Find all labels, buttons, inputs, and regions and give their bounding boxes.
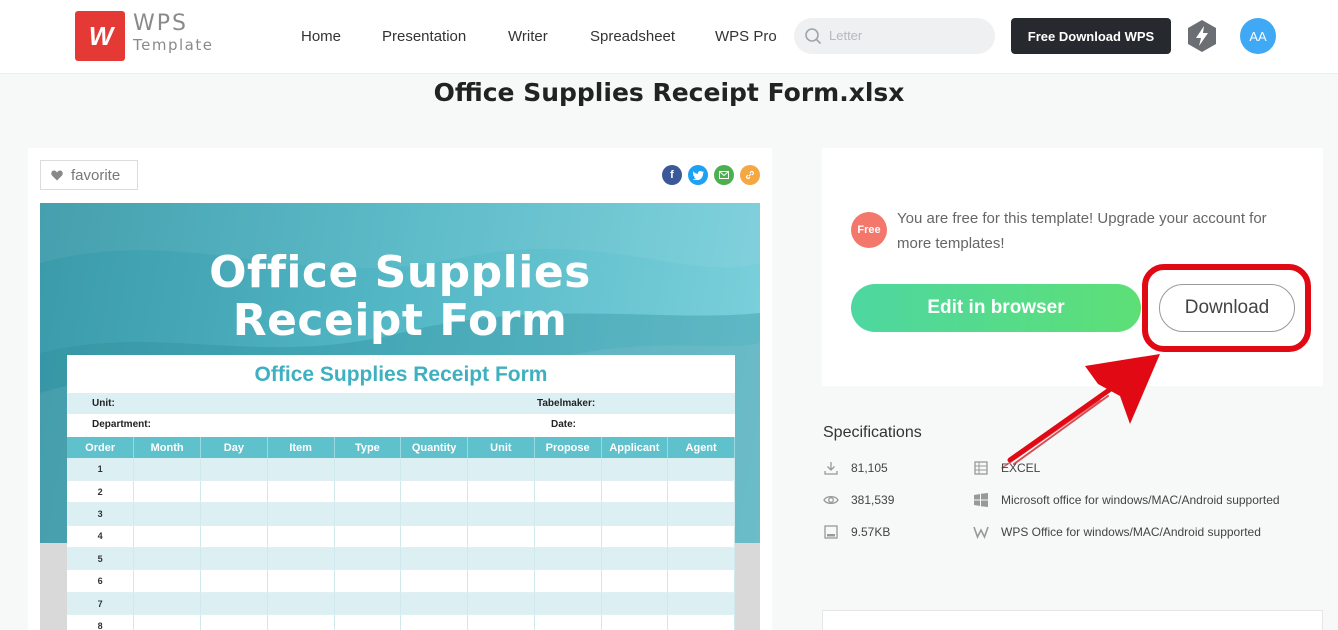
table-header-row: Order Month Day Item Type Quantity Unit … — [67, 437, 735, 458]
column-header: Propose — [534, 437, 602, 458]
spec-size: 9.57KB — [823, 524, 890, 540]
row-order: 4 — [67, 525, 135, 549]
table-row: 7 — [67, 592, 735, 616]
preview-sheet: Office Supplies Receipt Form Unit: Tabel… — [67, 355, 735, 630]
table-row: 4 — [67, 525, 735, 549]
nav-home[interactable]: Home — [301, 28, 341, 45]
row-order: 2 — [67, 480, 135, 504]
page-title: Office Supplies Receipt Form.xlsx — [433, 78, 905, 107]
spec-format: EXCEL — [973, 460, 1040, 476]
red-arrow-annotation — [1001, 354, 1160, 469]
nav-spreadsheet[interactable]: Spreadsheet — [590, 28, 675, 45]
preview-card: favorite f Office Supplies Receipt Form … — [28, 148, 772, 630]
template-preview-image[interactable]: Office Supplies Receipt Form Office Supp… — [40, 203, 760, 630]
hero-line2: Receipt Form — [232, 295, 568, 346]
compat-wps-value: WPS Office for windows/MAC/Android suppo… — [1001, 525, 1261, 539]
column-header: Unit — [467, 437, 535, 458]
spec-compat-ms: Microsoft office for windows/MAC/Android… — [973, 492, 1280, 508]
nav-presentation[interactable]: Presentation — [382, 28, 466, 45]
row-order: 7 — [67, 592, 135, 616]
eye-icon — [823, 495, 839, 505]
windows-icon — [974, 493, 988, 507]
downloads-value: 81,105 — [851, 461, 888, 475]
compat-ms-value: Microsoft office for windows/MAC/Android… — [1001, 493, 1280, 507]
favorite-button[interactable]: favorite — [40, 160, 138, 190]
top-header: W WPS Template Home Presentation Writer … — [0, 0, 1338, 74]
views-value: 381,539 — [851, 493, 895, 507]
row-order: 5 — [67, 547, 135, 571]
facebook-icon[interactable]: f — [662, 165, 682, 185]
free-badge: Free — [851, 212, 887, 248]
column-header: Month — [133, 437, 201, 458]
spreadsheet-icon — [974, 461, 988, 475]
free-download-wps-button[interactable]: Free Download WPS — [1011, 18, 1171, 54]
column-header: Applicant — [601, 437, 669, 458]
table-row: 3 — [67, 502, 735, 526]
preview-hero-title: Office Supplies Receipt Form — [40, 249, 760, 345]
format-value: EXCEL — [1001, 461, 1041, 475]
size-value: 9.57KB — [851, 525, 891, 539]
spec-downloads: 81,105 — [823, 460, 888, 476]
spec-views: 381,539 — [823, 492, 894, 508]
free-message: You are free for this template! Upgrade … — [897, 210, 1267, 252]
row-order: 8 — [67, 614, 135, 630]
column-header: Day — [200, 437, 268, 458]
logo-line2: Template — [133, 36, 214, 54]
heart-icon — [51, 170, 63, 180]
wps-icon — [973, 526, 989, 540]
table-row: 2 — [67, 480, 735, 504]
lightning-icon[interactable] — [1186, 19, 1218, 53]
nav-writer[interactable]: Writer — [508, 28, 548, 45]
table-row: 6 — [67, 569, 735, 593]
specifications-title: Specifications — [823, 424, 922, 441]
download-count-icon — [824, 462, 838, 475]
row-order: 6 — [67, 569, 135, 593]
user-avatar[interactable]: AA — [1240, 18, 1276, 54]
download-highlight-annotation — [1142, 264, 1311, 352]
hero-line1: Office Supplies — [209, 247, 591, 298]
row-order: 1 — [67, 458, 135, 481]
meta-row-unit: Unit: Tabelmaker: — [67, 393, 735, 414]
unit-label: Unit: — [92, 398, 115, 409]
meta-row-department: Department: Date: — [67, 414, 735, 435]
storage-icon — [824, 525, 838, 539]
sheet-title: Office Supplies Receipt Form — [254, 363, 548, 386]
email-icon[interactable] — [714, 165, 734, 185]
logo-line1: WPS — [133, 11, 188, 36]
twitter-icon[interactable] — [688, 165, 708, 185]
wps-logo[interactable]: W — [75, 11, 125, 61]
table-row: 1 — [67, 458, 735, 481]
row-order: 3 — [67, 502, 135, 526]
search-box[interactable]: Letter — [794, 18, 995, 54]
receipt-table: Order Month Day Item Type Quantity Unit … — [67, 437, 735, 630]
column-header: Type — [334, 437, 402, 458]
logo-text[interactable]: WPS Template — [133, 11, 214, 55]
bottom-panel — [822, 610, 1323, 630]
department-label: Department: — [92, 419, 151, 430]
date-label: Date: — [551, 419, 577, 430]
tabelmaker-label: Tabelmaker: — [537, 398, 596, 409]
logo-mark: W — [88, 20, 114, 51]
column-header: Agent — [667, 437, 735, 458]
table-row: 5 — [67, 547, 735, 571]
column-header: Quantity — [400, 437, 468, 458]
spec-compat-wps: WPS Office for windows/MAC/Android suppo… — [973, 524, 1261, 540]
column-header: Item — [267, 437, 335, 458]
favorite-label: favorite — [71, 166, 121, 184]
nav-wps-pro[interactable]: WPS Pro — [715, 28, 777, 45]
edit-in-browser-button[interactable]: Edit in browser — [851, 284, 1141, 332]
table-row: 8 — [67, 614, 735, 630]
column-header: Order — [67, 437, 135, 458]
search-input[interactable]: Letter — [829, 28, 862, 43]
link-icon[interactable] — [740, 165, 760, 185]
search-icon — [805, 28, 822, 45]
